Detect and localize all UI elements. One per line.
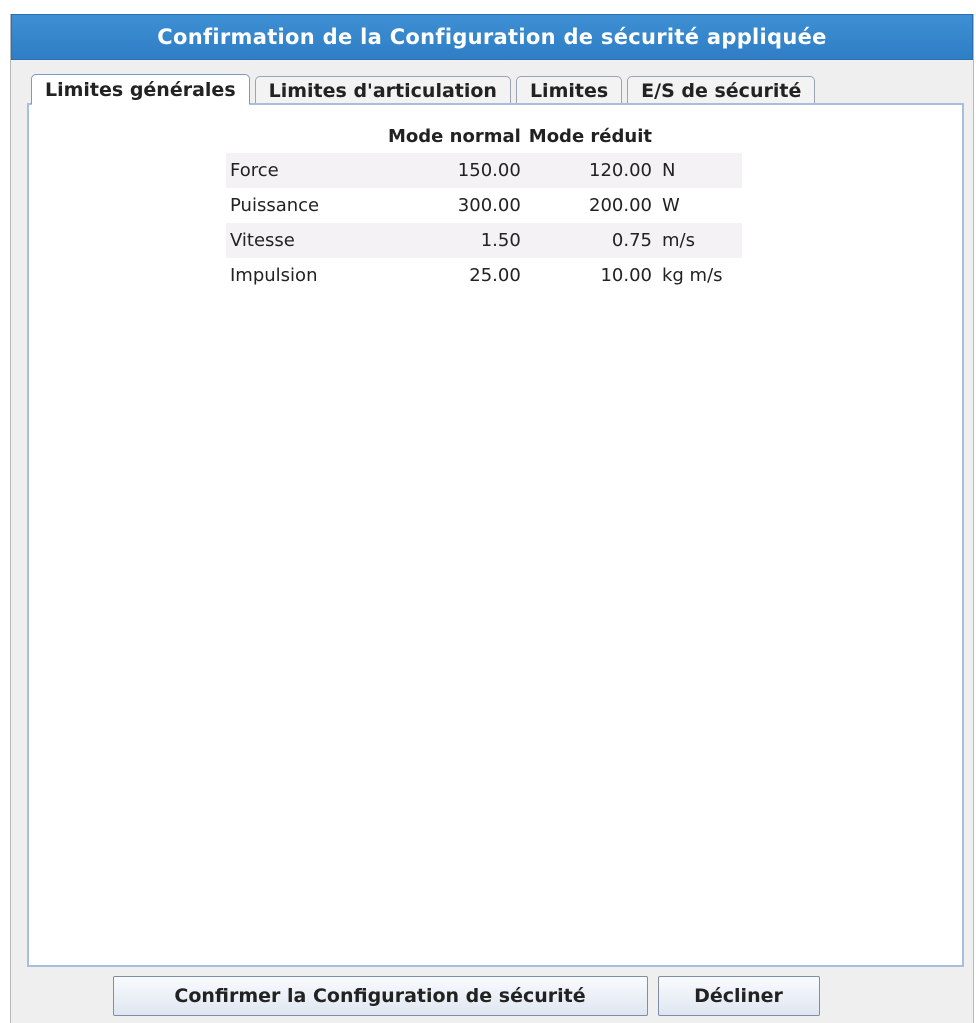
- reduced-mode-value: 0.75: [524, 223, 656, 258]
- tab-content-panel: Mode normal Mode réduit Force 150.00 120…: [27, 103, 964, 967]
- table-row: Vitesse 1.50 0.75 m/s: [226, 223, 742, 258]
- tab-label: E/S de sécurité: [641, 79, 802, 102]
- normal-mode-value: 300.00: [457, 195, 521, 216]
- table-row: Force 150.00 120.00 N: [226, 153, 742, 188]
- tab-label: Limites d'articulation: [268, 79, 497, 102]
- reduced-mode-value: 10.00: [600, 265, 652, 286]
- tab-bar: Limites générales Limites d'articulation…: [31, 73, 820, 105]
- limit-name: Puissance: [230, 195, 320, 216]
- decline-button[interactable]: Décliner: [657, 976, 820, 1016]
- unit-label: m/s: [655, 223, 742, 258]
- normal-mode-value: 150.00: [384, 153, 525, 188]
- unit-label: W: [661, 195, 680, 216]
- safety-config-dialog: Confirmation de la Configuration de sécu…: [10, 14, 974, 1023]
- tab-general-limits[interactable]: Limites générales: [31, 74, 250, 105]
- unit-label: kg m/s: [661, 265, 723, 286]
- dialog-title: Confirmation de la Configuration de sécu…: [11, 14, 973, 60]
- column-header-unit: [656, 119, 742, 153]
- tab-joint-limits[interactable]: Limites d'articulation: [254, 76, 511, 104]
- dialog-button-bar: Confirmer la Configuration de sécurité D…: [11, 976, 973, 1016]
- normal-mode-value: 1.50: [384, 223, 525, 258]
- tab-limits[interactable]: Limites: [515, 76, 623, 104]
- reduced-mode-value: 200.00: [589, 195, 652, 216]
- unit-label: N: [655, 153, 742, 188]
- column-header-reduced-mode: Mode réduit: [528, 125, 652, 147]
- table-row: Puissance 300.00 200.00 W: [226, 188, 742, 223]
- confirm-safety-config-button[interactable]: Confirmer la Configuration de sécurité: [112, 976, 648, 1016]
- column-header-name: [226, 119, 384, 153]
- table-header-row: Mode normal Mode réduit: [226, 119, 742, 153]
- reduced-mode-value: 120.00: [524, 153, 656, 188]
- column-header-normal-mode: Mode normal: [388, 125, 521, 147]
- tab-label: Limites: [529, 79, 609, 102]
- tab-safety-io[interactable]: E/S de sécurité: [627, 76, 816, 104]
- normal-mode-value: 25.00: [469, 265, 521, 286]
- limits-table: Mode normal Mode réduit Force 150.00 120…: [226, 119, 742, 293]
- limit-name: Force: [226, 153, 384, 188]
- tab-label: Limites générales: [45, 78, 236, 101]
- limit-name: Vitesse: [226, 223, 384, 258]
- table-row: Impulsion 25.00 10.00 kg m/s: [226, 258, 742, 293]
- limit-name: Impulsion: [230, 265, 318, 286]
